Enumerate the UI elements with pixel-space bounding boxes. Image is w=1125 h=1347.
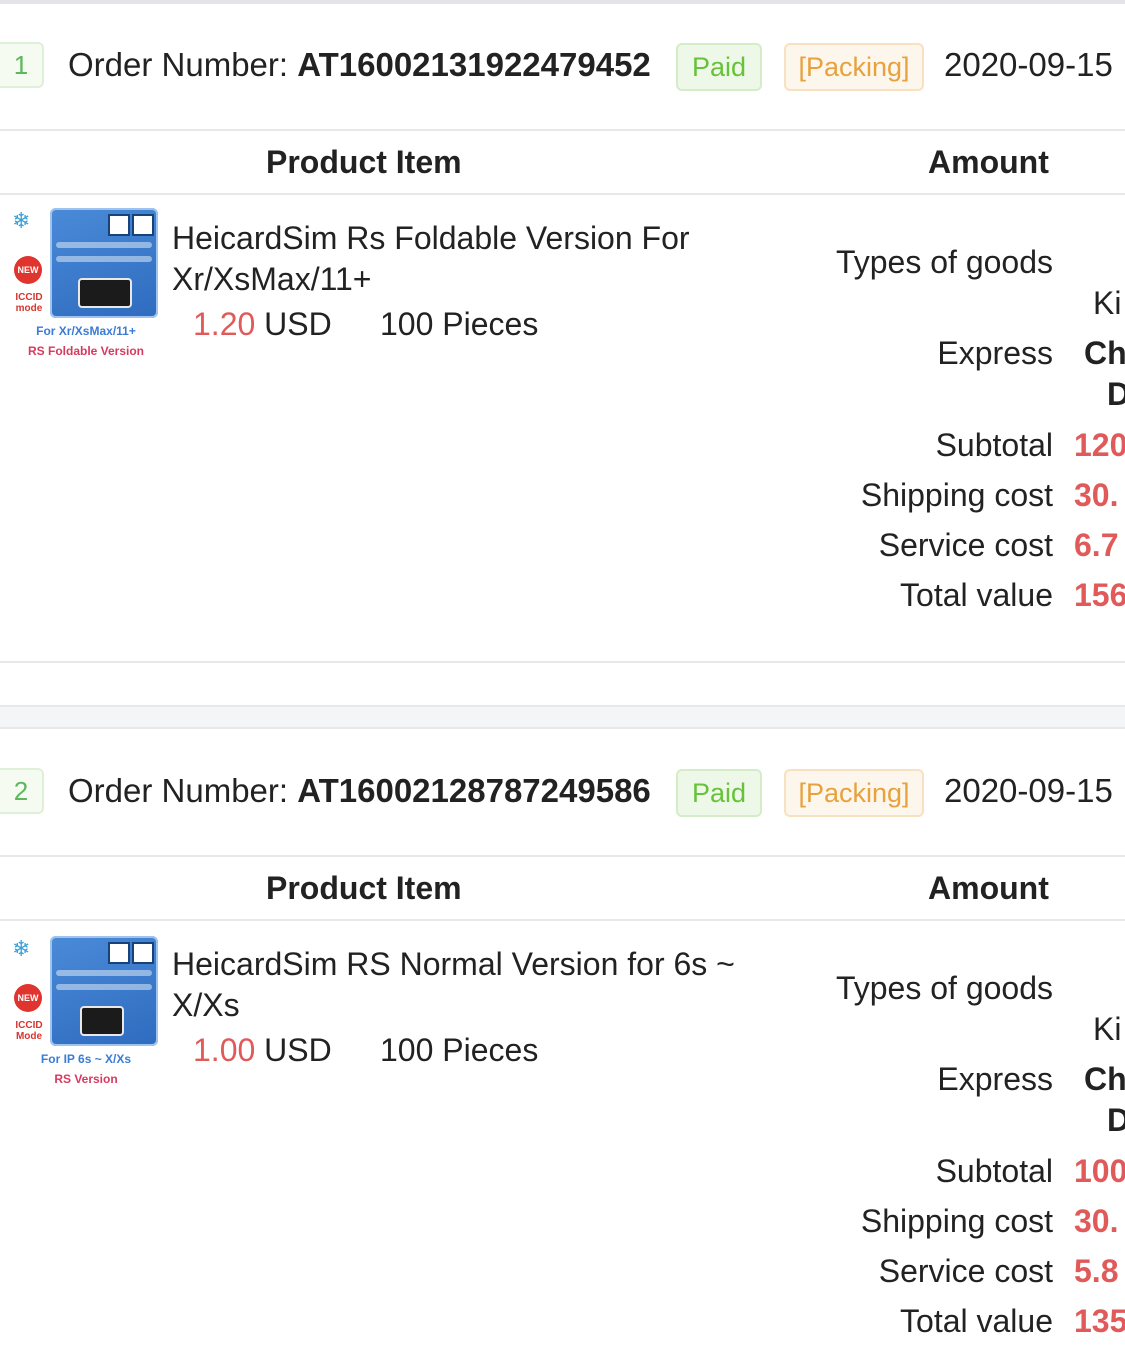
divider [0, 661, 1125, 663]
sim-chip-icon [78, 278, 132, 308]
qr-code-icon [108, 942, 130, 964]
sim-card-image [50, 208, 158, 318]
divider [0, 919, 1125, 921]
brand-logo-icon: ❄ [12, 936, 31, 961]
types-of-goods-value: Ki [1093, 285, 1122, 321]
price-value: 1.00 [193, 1032, 256, 1068]
shipping-cost-label: Shipping cost [860, 477, 1053, 513]
paid-status-badge: Paid [676, 769, 762, 817]
shipping-cost-value: 30. [1074, 1203, 1119, 1239]
product-name[interactable]: HeicardSim Rs Foldable Version For Xr/Xs… [172, 218, 762, 300]
quantity: 100 Pieces [380, 306, 539, 342]
order-number[interactable]: Order Number: AT16002128787249586 [68, 772, 651, 810]
paid-status-badge: Paid [676, 43, 762, 91]
price-value: 1.20 [193, 306, 256, 342]
subtotal-value: 100 [1074, 1153, 1125, 1189]
unit-price: 1.20 USD [193, 306, 332, 343]
express-value-line2: D [1107, 376, 1125, 412]
product-item-header: Product Item [266, 870, 462, 906]
divider [0, 855, 1125, 857]
service-cost-label: Service cost [878, 1253, 1053, 1289]
order-number-label: Order Number: [68, 772, 289, 809]
service-cost-label: Service cost [878, 527, 1053, 563]
thumbnail-caption: RS Version [54, 1072, 118, 1086]
total-value-label: Total value [900, 1303, 1053, 1339]
iccid-mode-label: ICCID Mode [15, 1020, 43, 1042]
express-value: Ch [1084, 1061, 1125, 1097]
express-value: Ch [1084, 335, 1125, 371]
packing-status-badge: [Packing] [784, 769, 924, 817]
subtotal-label: Subtotal [935, 427, 1053, 463]
express-value-line2: D [1107, 1102, 1125, 1138]
order-number-value: AT16002131922479452 [297, 46, 651, 83]
types-of-goods-value: Ki [1093, 1011, 1122, 1047]
types-of-goods-label: Types of goods [835, 244, 1053, 280]
product-name[interactable]: HeicardSim RS Normal Version for 6s ~ X/… [172, 944, 762, 1026]
sim-chip-icon [80, 1006, 124, 1036]
thumbnail-caption: For Xr/XsMax/11+ [36, 324, 136, 338]
product-item-header: Product Item [266, 144, 462, 180]
order-number[interactable]: Order Number: AT16002131922479452 [68, 46, 651, 84]
order-separator [0, 705, 1125, 729]
express-label: Express [937, 1061, 1053, 1097]
brand-logo-icon: ❄ [12, 208, 31, 233]
new-badge-icon: NEW [14, 256, 42, 284]
product-thumbnail[interactable]: ❄ NEW ICCID mode For Xr/XsMax/11+ RS Fold… [12, 208, 160, 368]
qr-code-icon [132, 214, 154, 236]
new-badge-icon: NEW [14, 984, 42, 1012]
service-cost-value: 5.8 [1074, 1253, 1119, 1289]
types-of-goods-label: Types of goods [835, 970, 1053, 1006]
currency: USD [264, 1032, 332, 1068]
sim-card-image [50, 936, 158, 1046]
total-value-label: Total value [900, 577, 1053, 613]
service-cost-value: 6.7 [1074, 527, 1119, 563]
divider [0, 193, 1125, 195]
express-label: Express [937, 335, 1053, 371]
qr-code-icon [108, 214, 130, 236]
product-thumbnail[interactable]: ❄ NEW ICCID Mode For IP 6s ~ X/Xs RS Vers… [12, 936, 160, 1096]
thumbnail-caption: RS Foldable Version [27, 344, 145, 358]
divider [0, 129, 1125, 131]
total-value: 156 [1074, 577, 1125, 613]
top-divider [0, 0, 1125, 4]
order-number-label: Order Number: [68, 46, 289, 83]
order-number-value: AT16002128787249586 [297, 772, 651, 809]
qr-code-icon [132, 942, 154, 964]
subtotal-value: 120 [1074, 427, 1125, 463]
shipping-cost-value: 30. [1074, 477, 1119, 513]
amount-header: Amount [928, 870, 1049, 906]
unit-price: 1.00 USD [193, 1032, 332, 1069]
iccid-mode-label: ICCID mode [15, 292, 43, 314]
packing-status-badge: [Packing] [784, 43, 924, 91]
shipping-cost-label: Shipping cost [860, 1203, 1053, 1239]
order-date: 2020-09-15 [944, 772, 1113, 809]
subtotal-label: Subtotal [935, 1153, 1053, 1189]
quantity: 100 Pieces [380, 1032, 539, 1068]
order-index-badge: 1 [0, 42, 44, 88]
total-value: 135 [1074, 1303, 1125, 1339]
currency: USD [264, 306, 332, 342]
order-date: 2020-09-15 [944, 46, 1113, 83]
order-index-badge: 2 [0, 768, 44, 814]
amount-header: Amount [928, 144, 1049, 180]
thumbnail-caption: For IP 6s ~ X/Xs [40, 1052, 132, 1066]
